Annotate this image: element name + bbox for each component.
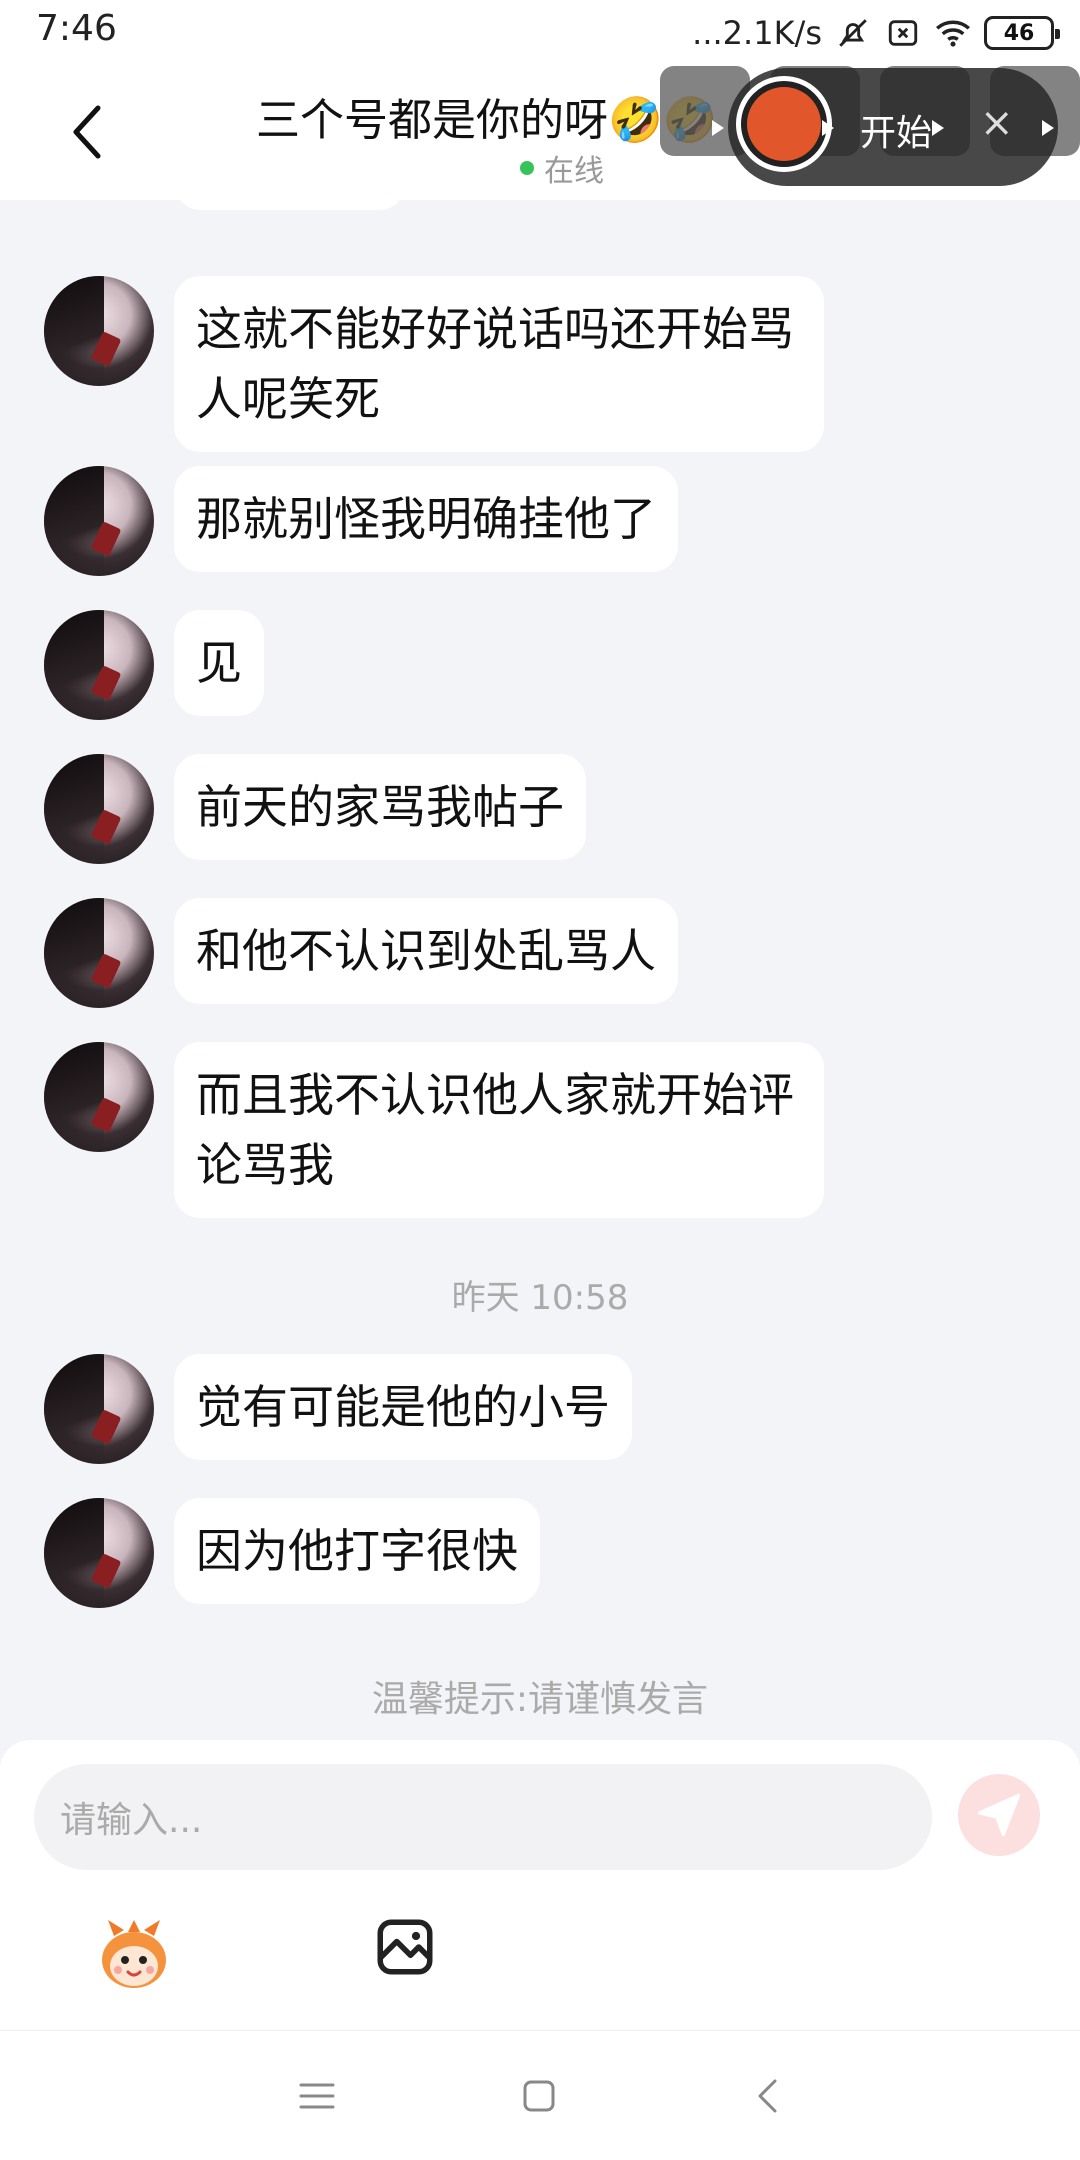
page-title: 三个号都是你的呀🤣🤣 <box>256 95 718 146</box>
screen-recorder-overlay[interactable]: 开始 × <box>660 66 1080 188</box>
play-icon <box>822 120 834 136</box>
battery-icon: 46 <box>984 16 1060 50</box>
avatar[interactable] <box>44 276 154 386</box>
message-bubble[interactable]: 这就不能好好说话吗还开始骂人呢笑死 <box>174 276 824 452</box>
emoji-button[interactable] <box>94 1914 174 1994</box>
message-item: 见 <box>44 610 264 720</box>
back-button[interactable] <box>56 96 116 168</box>
message-item: 那就别怪我明确挂他了 <box>44 466 678 576</box>
message-bubble[interactable]: 而且我不认识他人家就开始评论骂我 <box>174 1042 824 1218</box>
message-bubble[interactable]: 见 <box>174 610 264 716</box>
recorder-start-button[interactable]: 开始 <box>860 104 932 156</box>
send-button[interactable] <box>958 1774 1040 1856</box>
avatar[interactable] <box>44 1498 154 1608</box>
previous-message-bubble <box>176 180 404 210</box>
menu-icon <box>299 2083 335 2109</box>
record-button[interactable] <box>736 76 832 172</box>
caution-tip: 温馨提示:请谨慎发言 <box>371 1679 709 1720</box>
message-bubble[interactable]: 那就别怪我明确挂他了 <box>174 466 678 572</box>
message-item: 觉有可能是他的小号 <box>44 1354 632 1464</box>
message-bubble[interactable]: 前天的家骂我帖子 <box>174 754 586 860</box>
mute-bell-icon <box>834 14 872 52</box>
play-icon <box>712 120 724 136</box>
message-timestamp: 昨天 10:58 <box>451 1278 629 1318</box>
online-status: 在线 <box>520 146 604 190</box>
avatar[interactable] <box>44 466 154 576</box>
message-input[interactable]: 请输入... <box>34 1764 932 1870</box>
message-composer: 请输入... <box>0 1740 1080 2030</box>
online-dot-icon <box>520 161 534 175</box>
avatar[interactable] <box>44 1354 154 1464</box>
network-speed: ...2.1K/s <box>692 14 822 52</box>
message-bubble[interactable]: 因为他打字很快 <box>174 1498 540 1604</box>
status-icons: ...2.1K/s 46 <box>692 10 1060 56</box>
message-item: 前天的家骂我帖子 <box>44 754 586 864</box>
online-status-label: 在线 <box>544 154 604 189</box>
avatar[interactable] <box>44 898 154 1008</box>
avatar[interactable] <box>44 754 154 864</box>
status-bar: 7:46 ...2.1K/s 46 <box>0 0 1080 66</box>
message-bubble[interactable]: 觉有可能是他的小号 <box>174 1354 632 1460</box>
wifi-icon <box>934 14 972 52</box>
system-navigation-bar <box>0 2030 1080 2160</box>
recorder-close-button[interactable]: × <box>980 100 1014 146</box>
status-time: 7:46 <box>36 8 117 49</box>
avatar[interactable] <box>44 610 154 720</box>
home-icon <box>523 2080 555 2112</box>
no-sim-icon <box>884 14 922 52</box>
back-icon <box>758 2079 777 2113</box>
record-icon <box>747 87 821 161</box>
menu-button[interactable] <box>292 2071 342 2121</box>
play-icon <box>932 120 944 136</box>
send-icon <box>977 1793 1021 1837</box>
message-item: 而且我不认识他人家就开始评论骂我 <box>44 1042 824 1218</box>
nav-back-button[interactable] <box>742 2071 792 2121</box>
avatar[interactable] <box>44 1042 154 1152</box>
mascot-emoji-icon <box>102 1920 166 1988</box>
image-icon <box>377 1919 433 1975</box>
home-button[interactable] <box>514 2071 564 2121</box>
play-icon <box>1042 120 1054 136</box>
message-item: 因为他打字很快 <box>44 1498 540 1608</box>
message-item: 这就不能好好说话吗还开始骂人呢笑死 <box>44 276 824 452</box>
message-bubble[interactable]: 和他不认识到处乱骂人 <box>174 898 678 1004</box>
message-item: 和他不认识到处乱骂人 <box>44 898 678 1008</box>
image-button[interactable] <box>372 1914 438 1980</box>
chevron-left-icon <box>73 105 101 159</box>
